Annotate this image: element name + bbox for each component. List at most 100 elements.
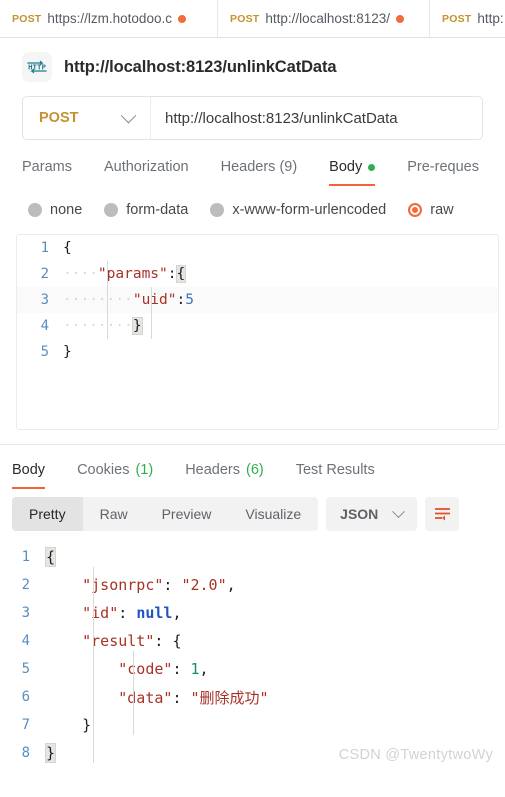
chevron-down-icon	[120, 107, 137, 123]
body-type-none[interactable]: none	[28, 202, 82, 218]
view-mode-visualize[interactable]: Visualize	[228, 497, 318, 531]
line-number: 2	[40, 266, 49, 282]
code-line: 2 "jsonrpc": "2.0",	[0, 571, 505, 599]
request-section-tabs: Params Authorization Headers (9) Body Pr…	[0, 140, 505, 186]
body-type-raw[interactable]: raw	[408, 202, 454, 218]
code-line: 3 ········"uid":5	[17, 287, 498, 313]
response-tab-cookies[interactable]: Cookies (1)	[61, 462, 169, 489]
body-active-indicator-icon	[368, 163, 376, 171]
code-text: }	[63, 344, 72, 360]
http-protocol-icon: HTTP	[22, 52, 52, 82]
code-line: 5}	[17, 339, 498, 365]
code-text: ····"params":{	[63, 265, 187, 283]
response-view-mode-group: Pretty Raw Preview Visualize	[12, 497, 319, 531]
wrap-lines-button[interactable]	[425, 497, 460, 531]
radio-icon	[28, 203, 42, 217]
response-tab-headers[interactable]: Headers (6)	[169, 462, 280, 489]
tab-pre-request-script[interactable]: Pre-reques	[391, 159, 495, 186]
code-text: ········"uid":5	[63, 292, 194, 308]
http-method-select[interactable]: POST	[23, 97, 151, 139]
code-text: }	[44, 743, 57, 763]
response-tab-body[interactable]: Body	[12, 462, 61, 489]
request-body-code[interactable]: 1{ 2 ····"params":{ 3 ········"uid":5 4 ······…	[17, 235, 498, 365]
request-tab-strip: POST https://lzm.hotodoo.c POST http://l…	[0, 0, 505, 38]
body-type-urlencoded[interactable]: x-www-form-urlencoded	[210, 202, 386, 218]
request-body-editor[interactable]: 1{ 2 ····"params":{ 3 ········"uid":5 4 ······…	[16, 234, 499, 430]
request-tab-2-url: http://localhost:8123/	[265, 11, 390, 26]
request-tab-3-method: POST	[442, 12, 472, 25]
request-tab-2[interactable]: POST http://localhost:8123/	[218, 0, 430, 37]
tab-authorization-label: Authorization	[103, 159, 189, 175]
url-bar-container: POST http://localhost:8123/unlinkCatData	[0, 96, 505, 140]
request-tab-1[interactable]: POST https://lzm.hotodoo.c	[0, 0, 218, 37]
page-title: http://localhost:8123/unlinkCatData	[64, 57, 337, 76]
response-tab-cookies-label: Cookies	[77, 462, 130, 478]
code-text: "id": null,	[82, 604, 182, 622]
code-line: 6 "data": "删除成功"	[0, 683, 505, 711]
tab-authorization[interactable]: Authorization	[88, 159, 205, 186]
request-title-row: HTTP http://localhost:8123/unlinkCatData	[0, 38, 505, 96]
code-line: 7 }	[0, 711, 505, 739]
code-line: 1{	[0, 543, 505, 571]
line-number: 3	[40, 292, 49, 308]
tab-headers[interactable]: Headers (9)	[205, 159, 314, 186]
http-method-value: POST	[39, 110, 79, 126]
code-line: 4 ········}	[17, 313, 498, 339]
line-number: 3	[21, 605, 30, 621]
tab-body[interactable]: Body	[313, 159, 391, 186]
response-tab-test-results[interactable]: Test Results	[280, 462, 391, 489]
svg-text:HTTP: HTTP	[28, 63, 46, 72]
url-bar: POST http://localhost:8123/unlinkCatData	[22, 96, 483, 140]
code-line: 5 "code": 1,	[0, 655, 505, 683]
line-number: 1	[21, 549, 30, 565]
response-toolbar: Pretty Raw Preview Visualize JSON	[0, 489, 505, 539]
line-number: 4	[21, 633, 30, 649]
line-number: 5	[40, 344, 49, 360]
line-number: 7	[21, 717, 30, 733]
wrap-lines-icon	[434, 508, 450, 521]
tab-params-label: Params	[22, 159, 72, 175]
tab-params[interactable]: Params	[22, 159, 88, 186]
indent-guide	[151, 287, 152, 339]
code-line: 1{	[17, 235, 498, 261]
code-line: 3 "id": null,	[0, 599, 505, 627]
view-mode-preview[interactable]: Preview	[145, 497, 229, 531]
unsaved-indicator-icon	[395, 14, 404, 23]
view-mode-raw[interactable]: Raw	[83, 497, 145, 531]
body-type-radio-group: none form-data x-www-form-urlencoded raw	[0, 186, 505, 232]
view-mode-pretty[interactable]: Pretty	[12, 497, 83, 531]
body-type-urlencoded-label: x-www-form-urlencoded	[232, 202, 387, 218]
response-format-value: JSON	[340, 506, 379, 522]
code-text: {	[44, 547, 57, 567]
response-format-select[interactable]: JSON	[326, 497, 418, 531]
body-type-form-data-label: form-data	[126, 202, 189, 218]
line-number: 2	[21, 577, 30, 593]
radio-icon	[104, 203, 119, 217]
code-line: 2 ····"params":{	[17, 261, 498, 287]
chevron-down-icon	[392, 504, 406, 518]
line-number: 4	[40, 318, 49, 334]
watermark: CSDN @TwentytwoWy	[338, 747, 493, 763]
indent-guide	[133, 651, 134, 735]
request-tab-3[interactable]: POST http:	[430, 0, 505, 37]
tab-pre-request-script-label: Pre-reques	[407, 159, 479, 175]
response-body-code[interactable]: 1{2 "jsonrpc": "2.0", 3 "id": null, 4 "res…	[0, 543, 505, 767]
tab-headers-label: Headers (9)	[220, 159, 298, 175]
request-url-input[interactable]: http://localhost:8123/unlinkCatData	[151, 97, 482, 139]
unsaved-indicator-icon	[177, 14, 186, 23]
line-number: 1	[40, 240, 49, 256]
request-tab-3-url: http:	[477, 11, 504, 26]
indent-guide	[93, 567, 94, 763]
request-tab-1-method: POST	[12, 12, 42, 25]
line-number: 5	[21, 661, 30, 677]
indent-guide	[107, 261, 108, 339]
code-text: "data": "删除成功"	[118, 688, 269, 707]
response-tab-headers-label: Headers	[185, 462, 240, 478]
body-type-form-data[interactable]: form-data	[104, 202, 188, 218]
code-text: "result": {	[82, 632, 182, 650]
response-tab-headers-count: (6)	[246, 462, 264, 478]
code-text: "code": 1,	[118, 660, 209, 678]
response-body-viewer[interactable]: 1{2 "jsonrpc": "2.0", 3 "id": null, 4 "res…	[0, 539, 505, 771]
radio-selected-icon	[408, 203, 423, 217]
request-tab-2-method: POST	[230, 12, 260, 25]
